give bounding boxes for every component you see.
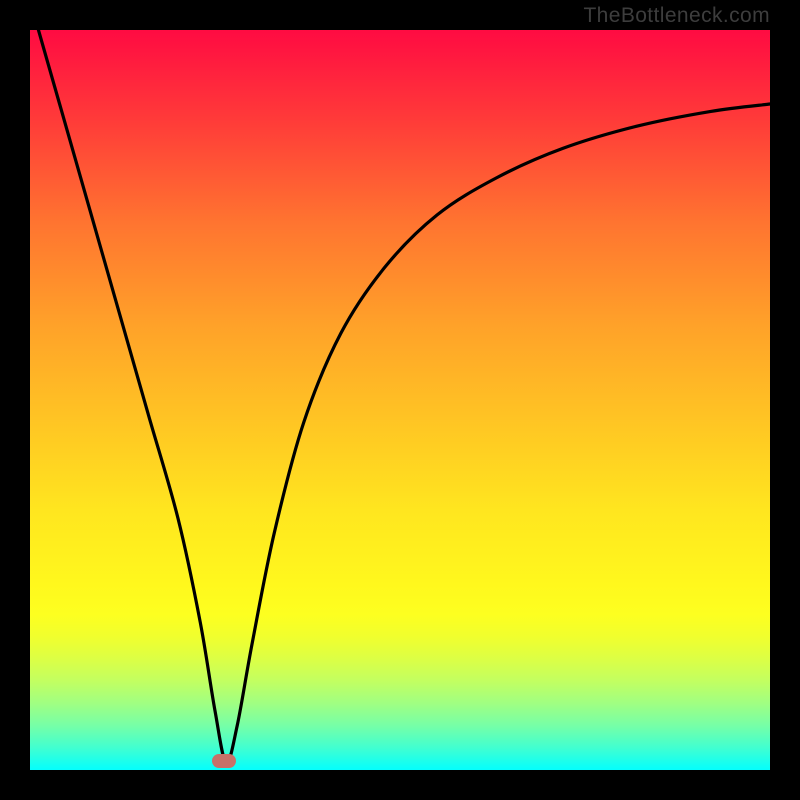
watermark-text: TheBottleneck.com [583,4,770,28]
bottleneck-curve [30,30,770,770]
optimum-marker [212,754,236,768]
chart-frame: TheBottleneck.com [0,0,800,800]
